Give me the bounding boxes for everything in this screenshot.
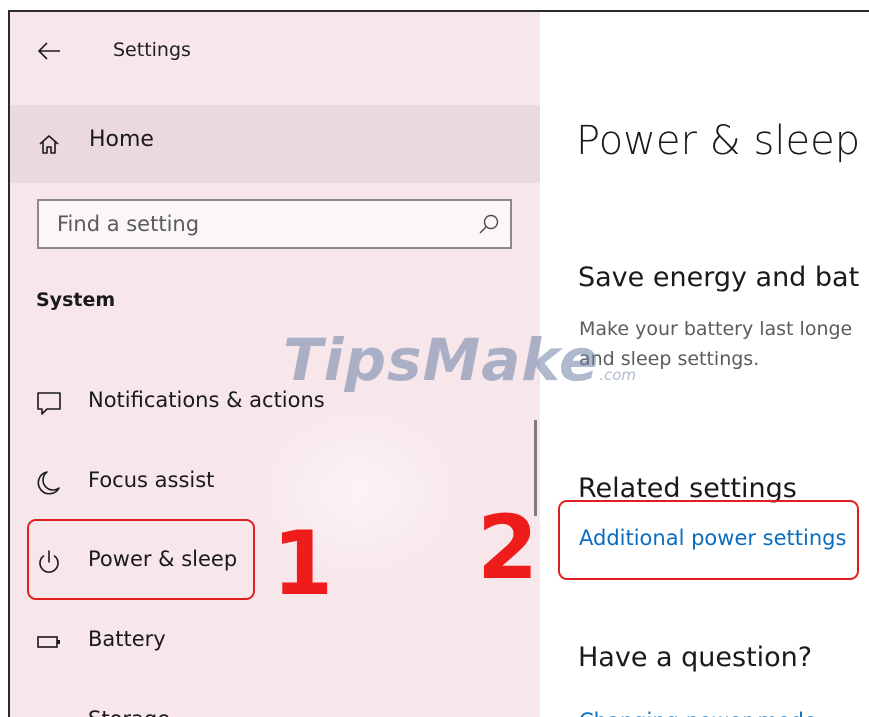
changing-power-mode-link[interactable]: Changing power mode [579, 709, 817, 717]
search-box [37, 199, 512, 249]
sidebar-item-label: Home [89, 127, 154, 152]
arrow-left-icon [37, 42, 60, 60]
save-energy-desc-line-2: and sleep settings. [579, 348, 760, 370]
save-energy-description: Make your battery last longe and sleep s… [579, 314, 852, 374]
back-button[interactable] [34, 36, 64, 66]
message-icon [37, 392, 61, 415]
section-header-system: System [36, 289, 116, 311]
sidebar-item-label: Notifications & actions [88, 388, 325, 412]
save-energy-desc-line-1: Make your battery last longe [579, 318, 853, 340]
callout-box-additional-power [558, 500, 859, 580]
sidebar-item-label: Storage [88, 707, 170, 717]
sidebar-item-label: Battery [88, 627, 166, 651]
battery-icon [37, 636, 60, 648]
callout-number-2: 2 [477, 496, 539, 599]
sidebar-item-storage[interactable]: Storage [10, 692, 540, 717]
callout-number-1: 1 [272, 512, 334, 615]
have-a-question-heading: Have a question? [578, 642, 813, 673]
callout-box-power-sleep [27, 519, 255, 600]
sidebar-item-focus-assist[interactable]: Focus assist [10, 453, 540, 513]
search-icon[interactable] [477, 212, 501, 236]
title-bar: Settings [10, 12, 540, 92]
window-title: Settings [113, 39, 191, 61]
storage-icon [35, 708, 63, 717]
sidebar-item-battery[interactable]: Battery [10, 612, 540, 672]
home-icon [39, 135, 59, 154]
search-input[interactable] [39, 201, 459, 247]
main-content: Power & sleep Save energy and bat Make y… [540, 12, 869, 717]
moon-icon [37, 471, 60, 495]
save-energy-heading: Save energy and bat [578, 262, 860, 293]
sidebar-item-notifications[interactable]: Notifications & actions [10, 373, 540, 433]
sidebar-item-home[interactable]: Home [10, 105, 540, 183]
page-title: Power & sleep [576, 118, 861, 164]
sidebar-item-label: Focus assist [88, 468, 215, 492]
